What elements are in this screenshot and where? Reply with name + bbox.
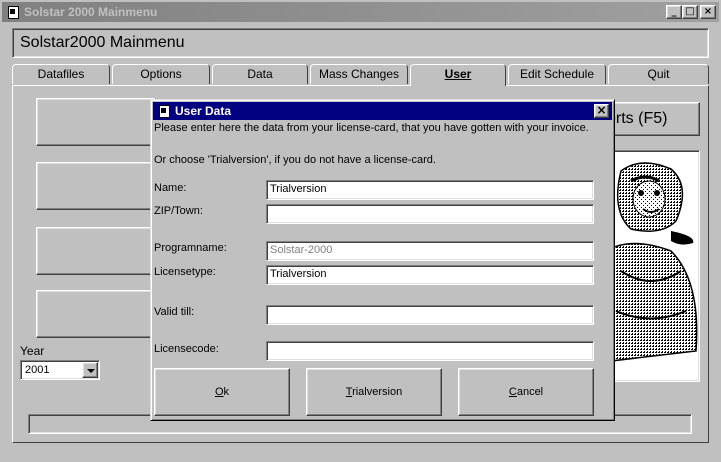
year-label: Year [20,344,45,358]
year-select[interactable]: 2001 [20,360,100,380]
licensetype-label: Licensetype: [154,266,216,278]
ok-button[interactable]: Ok [154,368,290,416]
zip-town-label: ZIP/Town: [154,205,203,217]
programname-input: Solstar-2000 [266,241,594,261]
close-button[interactable]: × [700,5,716,19]
main-titlebar[interactable]: Solstar 2000 Mainmenu _ □ × [2,2,719,22]
mascot-picture [600,150,700,382]
tab-mass-changes[interactable]: Mass Changes [310,64,408,84]
trialversion-button-label: Trialversion [345,386,403,398]
user-data-dialog: User Data × Please enter here the data f… [150,99,615,421]
valid-till-input[interactable] [266,305,594,325]
cancel-button[interactable]: Cancel [458,368,594,416]
name-label: Name: [154,182,187,194]
dialog-close-button[interactable]: × [594,104,609,118]
tab-options[interactable]: Options [112,64,210,84]
instruction-text-2: Or choose 'Trialversion', if you do not … [154,154,436,166]
menu-button-2[interactable] [36,162,156,210]
chevron-down-icon[interactable] [82,362,98,378]
dialog-titlebar[interactable]: User Data × [153,102,612,120]
tab-user[interactable]: User [410,64,506,86]
programname-label: Programname: [154,242,227,254]
minimize-button[interactable]: _ [666,5,682,19]
ok-button-label: Ok [214,386,230,398]
dialog-title: User Data [175,104,232,118]
tab-edit-schedule[interactable]: Edit Schedule [508,64,606,84]
instruction-text-1: Please enter here the data from your lic… [154,122,589,134]
year-value: 2001 [25,364,50,376]
dialog-app-icon [157,104,171,118]
tab-data[interactable]: Data [212,64,308,84]
tab-quit[interactable]: Quit [608,64,709,84]
cancel-button-label: Cancel [508,386,544,398]
header-panel: Solstar2000 Mainmenu [12,28,709,58]
maximize-button[interactable]: □ [682,5,698,19]
licensecode-input[interactable] [266,341,594,361]
name-input[interactable]: Trialversion [266,180,594,200]
window-title: Solstar 2000 Mainmenu [24,5,158,19]
menu-button-3[interactable] [36,227,156,275]
licensecode-label: Licensecode: [154,343,219,355]
mascot-image [603,162,698,362]
app-icon[interactable] [6,5,20,19]
menu-button-4[interactable] [36,290,156,338]
zip-town-input[interactable] [266,204,594,224]
licensetype-input[interactable]: Trialversion [266,265,594,285]
menu-button-1[interactable] [36,98,156,146]
trialversion-button[interactable]: Trialversion [306,368,442,416]
tab-datafiles[interactable]: Datafiles [12,64,110,84]
valid-till-label: Valid till: [154,306,195,318]
